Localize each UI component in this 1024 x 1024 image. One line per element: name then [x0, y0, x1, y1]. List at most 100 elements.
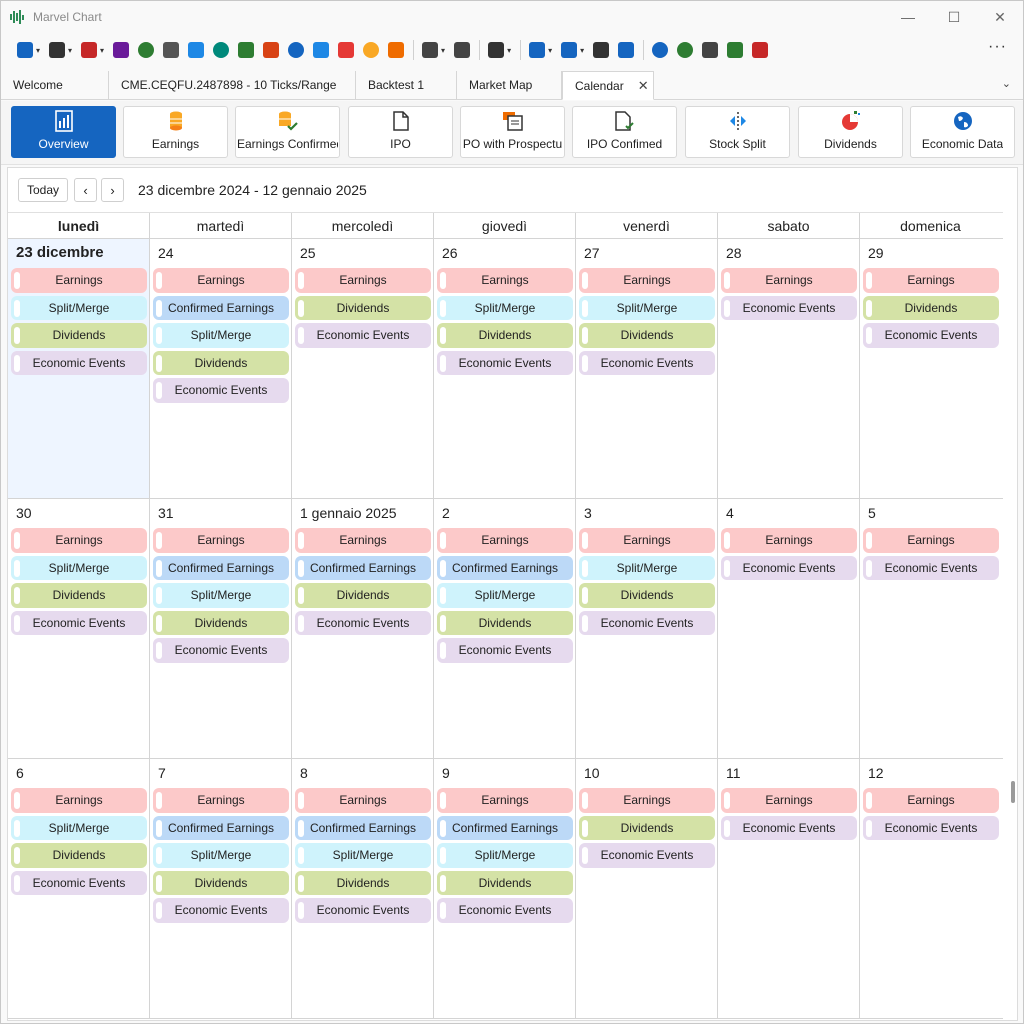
tab-cme-ceqfu-2487898-10-ticks-range[interactable]: CME.CEQFU.2487898 - 10 Ticks/Range [109, 71, 356, 99]
day-cell[interactable]: 11 Earnings Economic Events [718, 759, 860, 1018]
minimize-button[interactable]: — [885, 1, 931, 33]
tab-backtest-1[interactable]: Backtest 1 [356, 71, 457, 99]
day-cell[interactable]: 27 Earnings Split/Merge Dividends Economic E… [576, 239, 718, 498]
event-economic-events[interactable]: Economic Events [153, 378, 289, 403]
event-dividends[interactable]: Dividends [579, 815, 715, 840]
search-chart-tool-button[interactable] [311, 38, 331, 62]
candlestick-tool-button[interactable]: ▾ [79, 38, 106, 62]
event-split-merge[interactable]: Split/Merge [153, 843, 289, 868]
event-earnings[interactable]: Earnings [295, 528, 431, 553]
day-cell[interactable]: 6 Earnings Split/Merge Dividends Economic Ev… [8, 759, 150, 1018]
event-earnings[interactable]: Earnings [579, 268, 715, 293]
day-cell[interactable]: 23 dicembre Earnings Split/Merge Dividends E… [8, 239, 150, 498]
color-bar-tool-button[interactable]: ▾ [527, 38, 554, 62]
wave-tool-button[interactable] [725, 38, 745, 62]
event-earnings[interactable]: Earnings [437, 788, 573, 813]
event-split-merge[interactable]: Split/Merge [579, 295, 715, 320]
event-dividends[interactable]: Dividends [437, 870, 573, 895]
event-economic-events[interactable]: Economic Events [11, 610, 147, 635]
keyboard-tool-button[interactable] [591, 38, 611, 62]
event-dividends[interactable]: Dividends [11, 323, 147, 348]
event-economic-events[interactable]: Economic Events [295, 610, 431, 635]
font-tool-button[interactable]: ▾ [559, 38, 586, 62]
event-dividends[interactable]: Dividends [153, 610, 289, 635]
help-tool-button[interactable] [675, 38, 695, 62]
settings-tool-button[interactable] [616, 38, 636, 62]
tools-tool-button[interactable]: ▾ [486, 38, 513, 62]
event-dividends[interactable]: Dividends [863, 295, 999, 320]
dollar-tool-button[interactable] [236, 38, 256, 62]
coins-tool-button[interactable] [361, 38, 381, 62]
ribbon-ipo-confimed-button[interactable]: IPO Confimed [572, 106, 677, 158]
event-economic-events[interactable]: Economic Events [437, 638, 573, 663]
event-confirmed-earnings[interactable]: Confirmed Earnings [437, 555, 573, 580]
event-economic-events[interactable]: Economic Events [721, 555, 857, 580]
event-economic-events[interactable]: Economic Events [11, 350, 147, 375]
info-tool-button[interactable] [650, 38, 670, 62]
bug-tool-button[interactable] [452, 38, 472, 62]
day-cell[interactable]: 5 Earnings Economic Events [860, 499, 1001, 758]
monitor-tool-button[interactable]: ▾ [47, 38, 74, 62]
day-cell[interactable]: 10 Earnings Dividends Economic Events [576, 759, 718, 1018]
bars-tool-button[interactable] [111, 38, 131, 62]
day-cell[interactable]: 31 Earnings Confirmed Earnings Split/Merge D… [150, 499, 292, 758]
day-cell[interactable]: 29 Earnings Dividends Economic Events [860, 239, 1001, 498]
event-dividends[interactable]: Dividends [579, 583, 715, 608]
event-split-merge[interactable]: Split/Merge [153, 583, 289, 608]
event-economic-events[interactable]: Economic Events [153, 898, 289, 923]
event-earnings[interactable]: Earnings [437, 268, 573, 293]
event-earnings[interactable]: Earnings [153, 528, 289, 553]
day-cell[interactable]: 1 gennaio 2025 Earnings Confirmed Earnings… [292, 499, 434, 758]
event-earnings[interactable]: Earnings [721, 788, 857, 813]
ribbon-dividends-button[interactable]: Dividends [798, 106, 903, 158]
event-confirmed-earnings[interactable]: Confirmed Earnings [153, 295, 289, 320]
heatmap-tool-button[interactable] [336, 38, 356, 62]
today-button[interactable]: Today [18, 178, 68, 202]
event-earnings[interactable]: Earnings [863, 788, 999, 813]
day-cell[interactable]: 25 Earnings Dividends Economic Events [292, 239, 434, 498]
event-confirmed-earnings[interactable]: Confirmed Earnings [437, 815, 573, 840]
event-dividends[interactable]: Dividends [437, 610, 573, 635]
pie-tool-button[interactable] [211, 38, 231, 62]
previous-period-button[interactable]: ‹ [74, 178, 97, 202]
event-economic-events[interactable]: Economic Events [579, 610, 715, 635]
event-earnings[interactable]: Earnings [295, 268, 431, 293]
event-economic-events[interactable]: Economic Events [579, 843, 715, 868]
tab-overflow-icon[interactable]: ⌄ [1002, 77, 1011, 90]
event-economic-events[interactable]: Economic Events [863, 555, 999, 580]
day-cell[interactable]: 8 Earnings Confirmed Earnings Split/Merge Di… [292, 759, 434, 1018]
day-cell[interactable]: 4 Earnings Economic Events [718, 499, 860, 758]
event-economic-events[interactable]: Economic Events [295, 898, 431, 923]
tab-close-icon[interactable]: ✕ [638, 78, 649, 94]
event-confirmed-earnings[interactable]: Confirmed Earnings [295, 555, 431, 580]
event-earnings[interactable]: Earnings [153, 788, 289, 813]
event-economic-events[interactable]: Economic Events [437, 898, 573, 923]
globe-tool-button[interactable] [286, 38, 306, 62]
ribbon-po-with-prospectu-button[interactable]: PO with Prospectu [460, 106, 565, 158]
more-options-button[interactable]: ··· [988, 38, 1007, 56]
event-split-merge[interactable]: Split/Merge [437, 295, 573, 320]
event-dividends[interactable]: Dividends [295, 583, 431, 608]
event-dividends[interactable]: Dividends [153, 350, 289, 375]
event-split-merge[interactable]: Split/Merge [437, 843, 573, 868]
user-dollar-tool-button[interactable] [386, 38, 406, 62]
event-economic-events[interactable]: Economic Events [863, 815, 999, 840]
day-cell[interactable]: 24 Earnings Confirmed Earnings Split/Merge D… [150, 239, 292, 498]
ribbon-overview-button[interactable]: Overview [11, 106, 116, 158]
app-badge-tool-button[interactable] [750, 38, 770, 62]
network-tool-button[interactable]: ▾ [15, 38, 42, 62]
event-dividends[interactable]: Dividends [295, 870, 431, 895]
event-split-merge[interactable]: Split/Merge [11, 815, 147, 840]
event-earnings[interactable]: Earnings [11, 788, 147, 813]
event-economic-events[interactable]: Economic Events [437, 350, 573, 375]
event-dividends[interactable]: Dividends [11, 843, 147, 868]
event-split-merge[interactable]: Split/Merge [11, 295, 147, 320]
day-cell[interactable]: 3 Earnings Split/Merge Dividends Economic Ev… [576, 499, 718, 758]
event-earnings[interactable]: Earnings [863, 528, 999, 553]
event-confirmed-earnings[interactable]: Confirmed Earnings [295, 815, 431, 840]
event-economic-events[interactable]: Economic Events [721, 815, 857, 840]
tab-market-map[interactable]: Market Map [457, 71, 562, 99]
event-earnings[interactable]: Earnings [721, 268, 857, 293]
day-cell[interactable]: 28 Earnings Economic Events [718, 239, 860, 498]
day-cell[interactable]: 30 Earnings Split/Merge Dividends Economic E… [8, 499, 150, 758]
